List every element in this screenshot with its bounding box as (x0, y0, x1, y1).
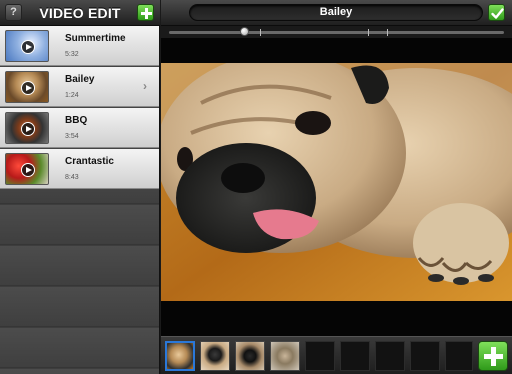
pug-thumbnail (5, 71, 49, 103)
sidebar-header: ? VIDEO EDIT (0, 0, 160, 26)
grill-thumbnail (5, 112, 49, 144)
snow-thumbnail (5, 30, 49, 62)
clip-marker (368, 29, 369, 36)
timeline-clip[interactable] (235, 341, 265, 371)
empty-clip-slot (410, 341, 440, 371)
scrubber (161, 26, 512, 38)
play-icon (21, 122, 35, 136)
video-list-item[interactable]: Summertime 5:32 (0, 26, 159, 66)
scrubber-track[interactable] (169, 31, 504, 34)
empty-clip-slot (340, 341, 370, 371)
empty-clip-slot (445, 341, 473, 371)
timeline-clip[interactable] (270, 341, 300, 371)
video-title-field[interactable]: Bailey (189, 4, 483, 21)
video-duration: 1:24 (65, 92, 79, 99)
video-name: Bailey (65, 74, 95, 85)
video-duration: 5:32 (65, 51, 79, 58)
empty-clip-slot (305, 341, 335, 371)
video-name: Crantastic (65, 156, 114, 167)
clip-marker (260, 29, 261, 36)
video-title: Bailey (319, 6, 353, 18)
video-name: BBQ (65, 115, 88, 126)
video-list-item-selected[interactable]: Bailey 1:24 › (0, 67, 159, 107)
video-list-item[interactable]: BBQ 3:54 (0, 108, 159, 148)
checkmark-icon (491, 8, 504, 19)
confirm-button[interactable] (488, 4, 505, 21)
play-icon (21, 163, 35, 177)
video-name: Summertime (65, 33, 126, 44)
video-edit-app: ? VIDEO EDIT Summertime 5:32 Bailey 1:24… (0, 0, 512, 374)
help-button[interactable]: ? (5, 4, 22, 21)
play-icon (21, 40, 35, 54)
video-duration: 8:43 (65, 174, 79, 181)
video-list-sidebar: ? VIDEO EDIT Summertime 5:32 Bailey 1:24… (0, 0, 160, 374)
chevron-right-icon: › (143, 79, 147, 93)
timeline-clip[interactable] (165, 341, 195, 371)
video-list-item[interactable]: Crantastic 8:43 (0, 149, 159, 189)
add-video-button[interactable] (137, 4, 154, 21)
clip-marker (387, 29, 388, 36)
add-clip-button[interactable] (478, 341, 508, 371)
empty-clip-slot (375, 341, 405, 371)
video-preview[interactable] (161, 38, 512, 336)
video-duration: 3:54 (65, 133, 79, 140)
play-icon (21, 81, 35, 95)
pug-video-frame (161, 63, 512, 301)
cranberry-thumbnail (5, 153, 49, 185)
sidebar-title: VIDEO EDIT (39, 5, 121, 21)
timeline-clip[interactable] (200, 341, 230, 371)
clip-timeline (161, 336, 512, 374)
editor-toolbar: Bailey (161, 0, 512, 26)
scrubber-handle[interactable] (240, 27, 249, 36)
